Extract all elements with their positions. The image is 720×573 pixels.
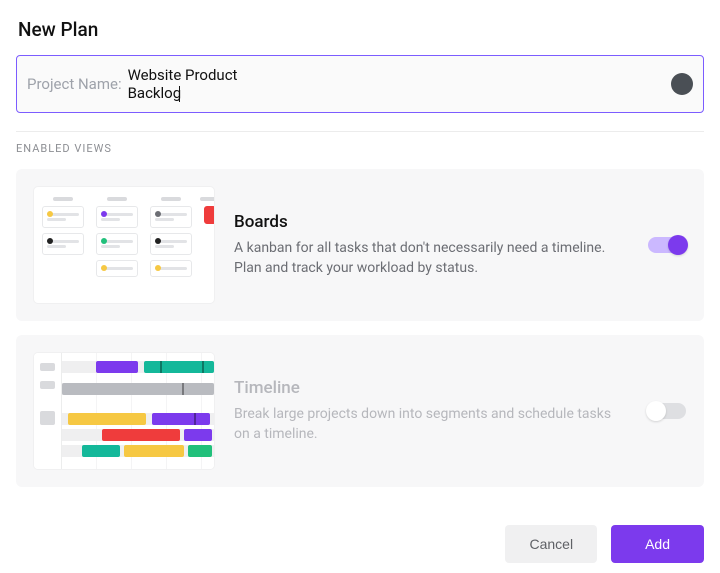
boards-text: Boards A kanban for all tasks that don't… — [234, 212, 628, 279]
dialog-footer: Cancel Add — [505, 525, 704, 563]
timeline-toggle[interactable] — [648, 403, 686, 419]
view-option-boards: Boards A kanban for all tasks that don't… — [16, 169, 704, 321]
boards-title: Boards — [234, 212, 628, 232]
enabled-views-label: ENABLED VIEWS — [16, 142, 704, 155]
project-name-input[interactable]: Project Name: Website Product Backlog — [16, 55, 704, 113]
timeline-text: Timeline Break large projects down into … — [234, 378, 628, 445]
cancel-button[interactable]: Cancel — [505, 525, 597, 563]
boards-description: A kanban for all tasks that don't necess… — [234, 238, 614, 279]
new-plan-dialog: New Plan Project Name: Website Product B… — [0, 0, 720, 487]
timeline-preview-icon — [34, 353, 214, 469]
timeline-title: Timeline — [234, 378, 628, 398]
dialog-title: New Plan — [18, 18, 704, 41]
owner-avatar-icon[interactable] — [671, 73, 693, 95]
boards-toggle[interactable] — [648, 237, 686, 253]
boards-preview-icon — [34, 187, 214, 303]
project-name-value: Website Product Backlog — [128, 66, 294, 102]
add-button[interactable]: Add — [611, 525, 704, 563]
divider — [16, 131, 704, 132]
project-name-label: Project Name: — [27, 75, 122, 93]
timeline-description: Break large projects down into segments … — [234, 404, 614, 445]
view-option-timeline: Timeline Break large projects down into … — [16, 335, 704, 487]
